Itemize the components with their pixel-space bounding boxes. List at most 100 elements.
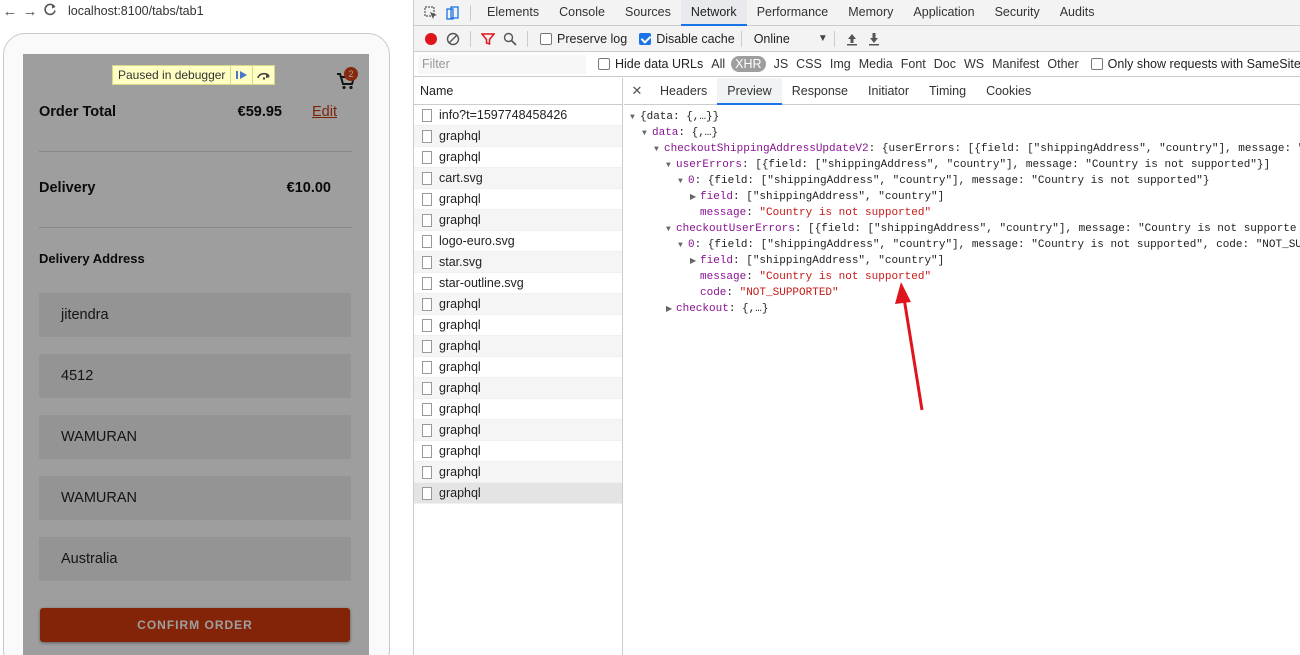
postcode-field[interactable]: 4512	[39, 354, 351, 398]
tab-application[interactable]: Application	[903, 0, 984, 26]
confirm-order-button[interactable]: CONFIRM ORDER	[40, 608, 350, 642]
filter-type-manifest[interactable]: Manifest	[992, 57, 1039, 71]
tab-response[interactable]: Response	[782, 78, 858, 105]
disable-cache-checkbox[interactable]: Disable cache	[639, 32, 735, 46]
samesite-checkbox[interactable]: Only show requests with SameSite	[1090, 57, 1300, 71]
filter-type-font[interactable]: Font	[901, 57, 926, 71]
tree-node[interactable]: ▼ 0: {field: ["shippingAddress", "country…	[678, 173, 1210, 189]
request-row[interactable]: graphql	[414, 189, 622, 210]
request-row[interactable]: graphql	[414, 462, 622, 483]
filter-type-ws[interactable]: WS	[964, 57, 984, 71]
filter-icon[interactable]	[477, 28, 499, 50]
region-field[interactable]: WAMURAN	[39, 476, 351, 520]
back-arrow-icon[interactable]: ←	[0, 3, 20, 20]
export-har-icon[interactable]	[863, 28, 885, 50]
request-row[interactable]: graphql	[414, 483, 622, 504]
tab-initiator[interactable]: Initiator	[858, 78, 919, 105]
search-icon[interactable]	[499, 28, 521, 50]
tab-audits[interactable]: Audits	[1050, 0, 1105, 26]
tree-node[interactable]: ▼ data: {,…}	[642, 125, 718, 141]
request-row[interactable]: graphql	[414, 399, 622, 420]
clear-icon[interactable]	[442, 28, 464, 50]
url-text[interactable]: localhost:8100/tabs/tab1	[68, 4, 204, 18]
tree-node[interactable]: ▼ checkoutShippingAddressUpdateV2: {userE…	[654, 141, 1300, 157]
tree-node[interactable]: ▼ {data: {,…}}	[630, 109, 719, 125]
reload-icon[interactable]	[40, 3, 60, 20]
resume-icon[interactable]	[230, 66, 252, 84]
expand-triangle-icon[interactable]: ▼	[666, 158, 676, 174]
tab-preview[interactable]: Preview	[717, 77, 782, 105]
request-row[interactable]: graphql	[414, 420, 622, 441]
filter-type-img[interactable]: Img	[830, 57, 851, 71]
name-field[interactable]: jitendra	[39, 293, 351, 337]
request-row[interactable]: graphql	[414, 336, 622, 357]
tree-node[interactable]: ▼ userErrors: [{field: ["shippingAddress"…	[666, 157, 1270, 173]
record-icon[interactable]	[420, 28, 442, 50]
expand-triangle-icon[interactable]: ▼	[666, 222, 676, 238]
collapse-triangle-icon[interactable]: ▶	[690, 190, 700, 206]
expand-triangle-icon[interactable]: ▼	[630, 110, 640, 126]
filter-type-media[interactable]: Media	[859, 57, 893, 71]
request-row[interactable]: graphql	[414, 210, 622, 231]
tab-performance[interactable]: Performance	[747, 0, 839, 26]
filter-type-xhr[interactable]: XHR	[731, 56, 766, 72]
inspect-element-icon[interactable]	[420, 2, 442, 24]
checkbox-icon[interactable]	[540, 32, 552, 45]
tab-memory[interactable]: Memory	[838, 0, 903, 26]
request-row[interactable]: graphql	[414, 126, 622, 147]
request-row[interactable]: star.svg	[414, 252, 622, 273]
filter-type-js[interactable]: JS	[774, 57, 789, 71]
tree-node[interactable]: ▶ field: ["shippingAddress", "country"]	[690, 189, 944, 205]
request-row[interactable]: graphql	[414, 441, 622, 462]
step-over-icon[interactable]	[252, 66, 274, 84]
country-field[interactable]: Australia	[39, 537, 351, 581]
tab-network[interactable]: Network	[680, 0, 747, 26]
filter-type-doc[interactable]: Doc	[934, 57, 956, 71]
request-row[interactable]: graphql	[414, 357, 622, 378]
tab-security[interactable]: Security	[985, 0, 1050, 26]
request-row[interactable]: graphql	[414, 378, 622, 399]
preserve-log-checkbox[interactable]: Preserve log	[540, 32, 627, 46]
filter-type-other[interactable]: Other	[1047, 57, 1078, 71]
tree-node[interactable]: ▼ 0: {field: ["shippingAddress", "country…	[678, 237, 1300, 253]
expand-triangle-icon[interactable]: ▼	[678, 238, 688, 254]
expand-triangle-icon[interactable]: ▼	[642, 126, 652, 142]
request-row[interactable]: info?t=1597748458426	[414, 105, 622, 126]
city-field[interactable]: WAMURAN	[39, 415, 351, 459]
request-row[interactable]: cart.svg	[414, 168, 622, 189]
checkbox-checked-icon[interactable]	[639, 32, 652, 45]
network-toolbar: Preserve log Disable cache Online ▼	[414, 26, 1300, 52]
request-row[interactable]: star-outline.svg	[414, 273, 622, 294]
request-row[interactable]: graphql	[414, 294, 622, 315]
filter-type-all[interactable]: All	[711, 57, 725, 71]
request-row[interactable]: graphql	[414, 315, 622, 336]
hide-data-urls-checkbox[interactable]: Hide data URLs	[598, 57, 703, 71]
expand-triangle-icon[interactable]: ▼	[654, 142, 664, 158]
import-har-icon[interactable]	[841, 28, 863, 50]
checkbox-icon[interactable]	[1090, 58, 1103, 70]
request-row[interactable]: graphql	[414, 147, 622, 168]
collapse-triangle-icon[interactable]: ▶	[666, 302, 676, 318]
tab-console[interactable]: Console	[549, 0, 615, 26]
tab-elements[interactable]: Elements	[477, 0, 549, 26]
expand-triangle-icon[interactable]: ▼	[678, 174, 688, 190]
tab-headers[interactable]: Headers	[650, 78, 717, 105]
filter-input[interactable]: Filter	[418, 54, 586, 74]
name-column-header[interactable]: Name	[414, 78, 622, 105]
tab-cookies[interactable]: Cookies	[976, 78, 1041, 105]
tree-node[interactable]: ▼ checkoutUserErrors: [{field: ["shipping…	[666, 221, 1297, 237]
request-row[interactable]: logo-euro.svg	[414, 231, 622, 252]
collapse-triangle-icon[interactable]: ▶	[690, 254, 700, 270]
tab-sources[interactable]: Sources	[615, 0, 681, 26]
tab-timing[interactable]: Timing	[919, 78, 976, 105]
tree-node[interactable]: ▶ checkout: {,…}	[666, 301, 768, 317]
device-toolbar-icon[interactable]	[442, 2, 464, 24]
throttle-select[interactable]: Online ▼	[754, 32, 828, 46]
filter-type-css[interactable]: CSS	[796, 57, 822, 71]
close-icon[interactable]: ✕	[624, 83, 650, 99]
checkbox-icon[interactable]	[598, 58, 610, 70]
delivery-address-title: Delivery Address	[39, 251, 145, 266]
edit-link[interactable]: Edit	[312, 104, 337, 120]
forward-arrow-icon[interactable]: →	[20, 3, 40, 20]
tree-node[interactable]: ▶ field: ["shippingAddress", "country"]	[690, 253, 944, 269]
